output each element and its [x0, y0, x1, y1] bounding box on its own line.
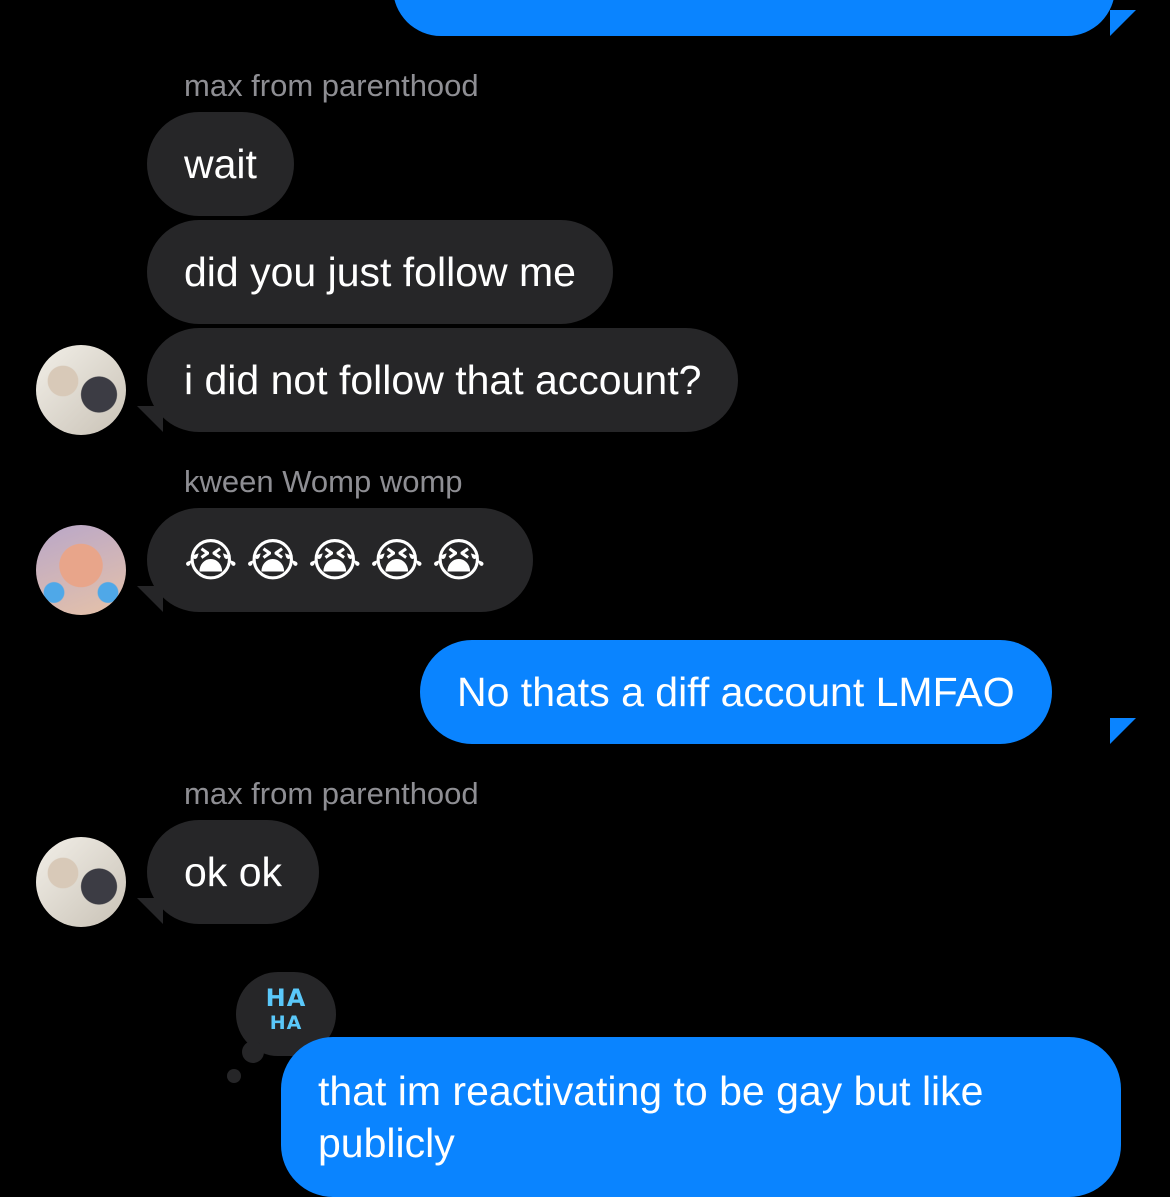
loudly-crying-emoji: 😭: [308, 533, 362, 587]
sender-name: max from parenthood: [184, 68, 479, 103]
tapback-text: HA: [269, 1012, 303, 1034]
avatar[interactable]: [36, 345, 126, 435]
bubble-tail: [1110, 10, 1136, 36]
sender-name: max from parenthood: [184, 776, 479, 811]
message-bubble-incoming[interactable]: i did not follow that account?: [147, 328, 739, 432]
message-bubble-outgoing[interactable]: No thats a diff account LMFAO: [420, 640, 1052, 744]
avatar[interactable]: [36, 525, 126, 615]
message-bubble-incoming[interactable]: wait: [147, 112, 294, 216]
avatar[interactable]: [36, 837, 126, 927]
message-bubble-incoming[interactable]: ok ok: [147, 820, 319, 924]
loudly-crying-emoji: 😭: [184, 533, 238, 587]
loudly-crying-emoji: 😭: [432, 533, 486, 587]
sender-name: kween Womp womp: [184, 464, 463, 499]
emoji-row: 😭 😭 😭 😭 😭: [184, 508, 496, 612]
loudly-crying-emoji: 😭: [246, 533, 300, 587]
message-bubble-incoming[interactable]: 😭 😭 😭 😭 😭: [147, 508, 533, 612]
loudly-crying-emoji: 😭: [370, 533, 424, 587]
tapback-dot: [227, 1069, 241, 1083]
bubble-tail: [1110, 718, 1136, 744]
bubble-tail: [137, 898, 163, 924]
bubble-tail: [137, 586, 163, 612]
tapback-dot: [242, 1041, 264, 1063]
message-bubble-incoming[interactable]: did you just follow me: [147, 220, 613, 324]
bubble-tail: [137, 406, 163, 432]
tapback-text: HA: [265, 984, 307, 1012]
message-bubble-outgoing-partial[interactable]: [393, 0, 1115, 36]
message-bubble-outgoing[interactable]: that im reactivating to be gay but like …: [281, 1037, 1121, 1197]
